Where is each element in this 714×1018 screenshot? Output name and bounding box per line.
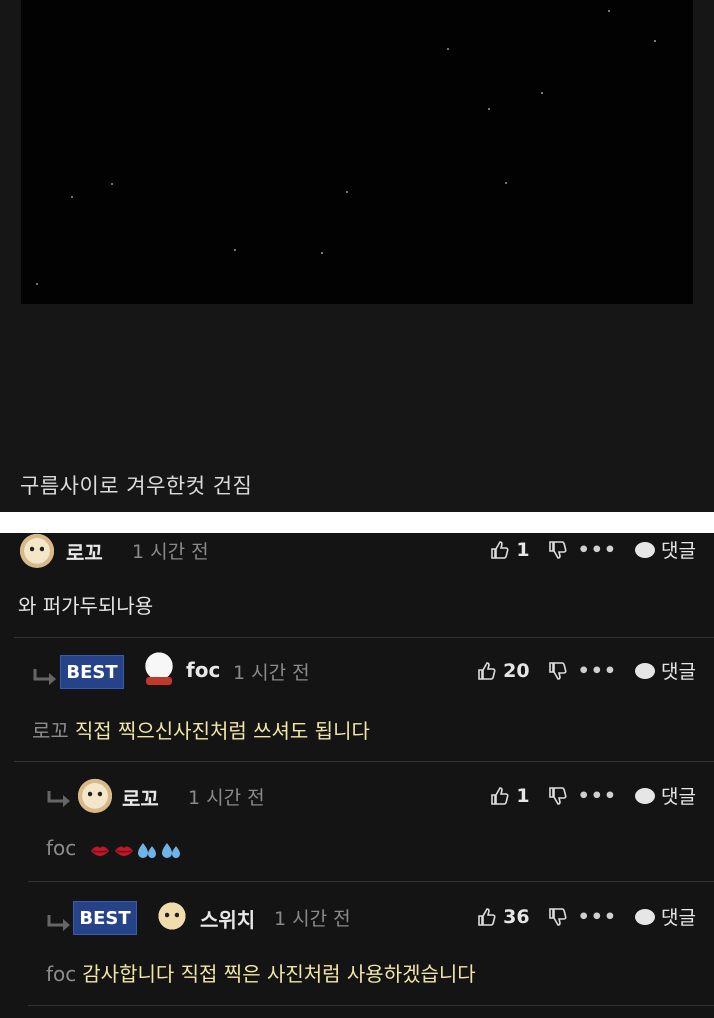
like-count: 1 [516, 538, 530, 561]
more-options-button[interactable]: ••• [578, 785, 617, 807]
post-caption: 구름사이로 겨우한컷 건짐 [20, 474, 253, 498]
comment-actions: 1 ••• 댓글 [490, 782, 696, 809]
comment-text: foc [46, 836, 185, 861]
more-options-button[interactable]: ••• [578, 539, 617, 561]
comment-text: 와 퍼가두되나용 [18, 594, 154, 618]
post-body: 구름사이로 겨우한컷 건짐 [0, 0, 714, 512]
user-avatar[interactable] [140, 649, 178, 687]
thumbs-up-icon[interactable] [490, 540, 510, 560]
thumbs-down-icon[interactable] [548, 907, 568, 927]
comment-body: 직접 찍으신사진처럼 쓰셔도 됩니다 [74, 719, 370, 743]
mention-tag[interactable]: foc [46, 962, 76, 986]
comment-item: 로꼬 1 시간 전 1 ••• 댓글 와 퍼가두되나용 [0, 530, 714, 637]
sweat-droplets-icon [161, 842, 180, 858]
reply-arrow-icon [47, 791, 70, 807]
speech-bubble-icon [635, 662, 656, 679]
thumbs-down-icon[interactable] [548, 786, 568, 806]
comment-actions: 1 ••• 댓글 [490, 536, 696, 563]
reply-label: 댓글 [661, 540, 696, 562]
comment-author[interactable]: 로꼬 [122, 783, 159, 812]
mention-tag[interactable]: foc [46, 836, 76, 860]
night-sky-photo[interactable] [21, 0, 693, 304]
more-options-button[interactable]: ••• [578, 660, 617, 682]
comment-list: 로꼬 1 시간 전 1 ••• 댓글 와 퍼가두되나용 BEST foc 1 시… [0, 530, 714, 1018]
best-badge: BEST [73, 901, 137, 935]
reply-button[interactable]: 댓글 [635, 657, 696, 684]
like-count: 36 [503, 905, 530, 928]
kiss-mark-icon [90, 846, 109, 856]
reply-label: 댓글 [661, 661, 696, 683]
comment-time: 1 시간 전 [188, 787, 265, 809]
comment-author[interactable]: foc [186, 658, 220, 682]
user-avatar[interactable] [153, 897, 191, 935]
user-avatar[interactable] [76, 775, 114, 813]
reply-button[interactable]: 댓글 [635, 903, 696, 930]
comment-time: 1 시간 전 [274, 908, 351, 930]
comment-author[interactable]: 로꼬 [66, 537, 103, 566]
comment-item: 로꼬 1 시간 전 1 ••• 댓글 foc [0, 761, 714, 881]
kiss-mark-icon [114, 846, 133, 856]
like-count: 1 [516, 784, 530, 807]
comment-body: 감사합니다 직접 찍은 사진처럼 사용하겠습니다 [82, 962, 476, 986]
reply-arrow-icon [47, 915, 70, 931]
like-count: 20 [503, 659, 530, 682]
comment-actions: 20 ••• 댓글 [477, 657, 696, 684]
comment-time: 1 시간 전 [233, 662, 310, 684]
thumbs-up-icon[interactable] [477, 661, 497, 681]
user-avatar[interactable] [18, 530, 56, 568]
thumbs-up-icon[interactable] [477, 907, 497, 927]
reply-button[interactable]: 댓글 [635, 536, 696, 563]
best-badge: BEST [60, 655, 124, 689]
speech-bubble-icon [635, 787, 656, 804]
speech-bubble-icon [635, 908, 656, 925]
comment-author[interactable]: 스위치 [200, 904, 255, 933]
comment-time: 1 시간 전 [132, 541, 209, 563]
reply-label: 댓글 [661, 907, 696, 929]
thumbs-up-icon[interactable] [490, 786, 510, 806]
speech-bubble-icon [635, 541, 656, 558]
comment-text: 로꼬 직접 찍으신사진처럼 쓰셔도 됩니다 [32, 715, 370, 744]
comment-item: BEST foc 1 시간 전 20 ••• 댓글 로꼬 직접 찍으신사진처럼 쓰… [0, 637, 714, 761]
section-divider [0, 512, 714, 533]
thumbs-down-icon[interactable] [548, 661, 568, 681]
sweat-droplets-icon [137, 842, 156, 858]
thumbs-down-icon[interactable] [548, 540, 568, 560]
reply-arrow-icon [33, 669, 56, 685]
comment-text: foc 감사합니다 직접 찍은 사진처럼 사용하겠습니다 [46, 958, 476, 987]
reply-label: 댓글 [661, 786, 696, 808]
comment-item: BEST 스위치 1 시간 전 36 ••• 댓글 foc 감사합니다 직접 찍은… [0, 881, 714, 1005]
comment-divider [28, 1005, 714, 1006]
comment-actions: 36 ••• 댓글 [477, 903, 696, 930]
reply-button[interactable]: 댓글 [635, 782, 696, 809]
mention-tag[interactable]: 로꼬 [32, 719, 69, 743]
more-options-button[interactable]: ••• [578, 906, 617, 928]
